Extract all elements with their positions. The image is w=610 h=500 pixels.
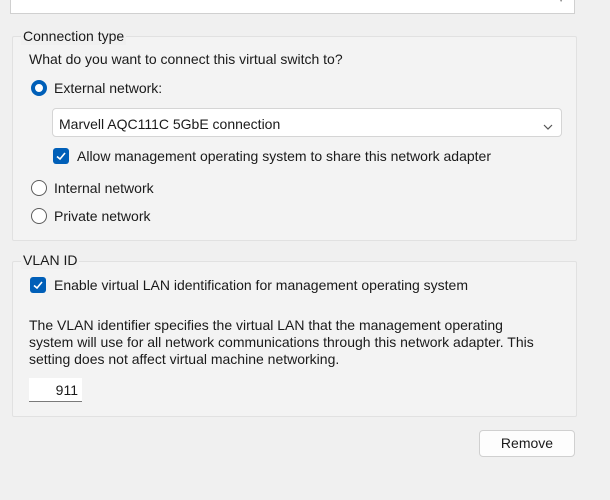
private-network-label: Private network [54, 208, 151, 224]
external-network-radio[interactable] [31, 80, 47, 96]
vlan-description-line: The VLAN identifier specifies the virtua… [29, 317, 503, 333]
top-dropdown-field[interactable]: ▼ [10, 0, 575, 14]
internal-network-radio[interactable] [31, 180, 47, 196]
enable-vlan-checkbox[interactable] [30, 277, 46, 293]
vlan-id-input[interactable] [29, 378, 82, 402]
share-adapter-label: Allow management operating system to sha… [77, 148, 491, 164]
private-network-radio[interactable] [31, 208, 47, 224]
network-adapter-value: Marvell AQC111C 5GbE connection [59, 116, 281, 132]
share-adapter-checkbox[interactable] [53, 148, 69, 164]
checkmark-icon [56, 152, 66, 161]
chevron-down-icon: ▼ [556, 0, 566, 5]
external-network-label: External network: [54, 80, 163, 96]
vlan-description-line: system will use for all network communic… [29, 334, 534, 350]
remove-button[interactable]: Remove [479, 430, 575, 457]
checkmark-icon [33, 281, 43, 290]
chevron-down-icon [543, 118, 553, 134]
connection-question: What do you want to connect this virtual… [29, 51, 343, 67]
vlan-description-line: setting does not affect virtual machine … [29, 351, 340, 367]
enable-vlan-label: Enable virtual LAN identification for ma… [54, 277, 468, 293]
scrollbar-track[interactable] [596, 0, 610, 500]
network-adapter-select[interactable]: Marvell AQC111C 5GbE connection [52, 108, 562, 137]
internal-network-label: Internal network [54, 180, 154, 196]
connection-type-legend: Connection type [21, 27, 127, 45]
vlan-id-legend: VLAN ID [21, 251, 80, 269]
